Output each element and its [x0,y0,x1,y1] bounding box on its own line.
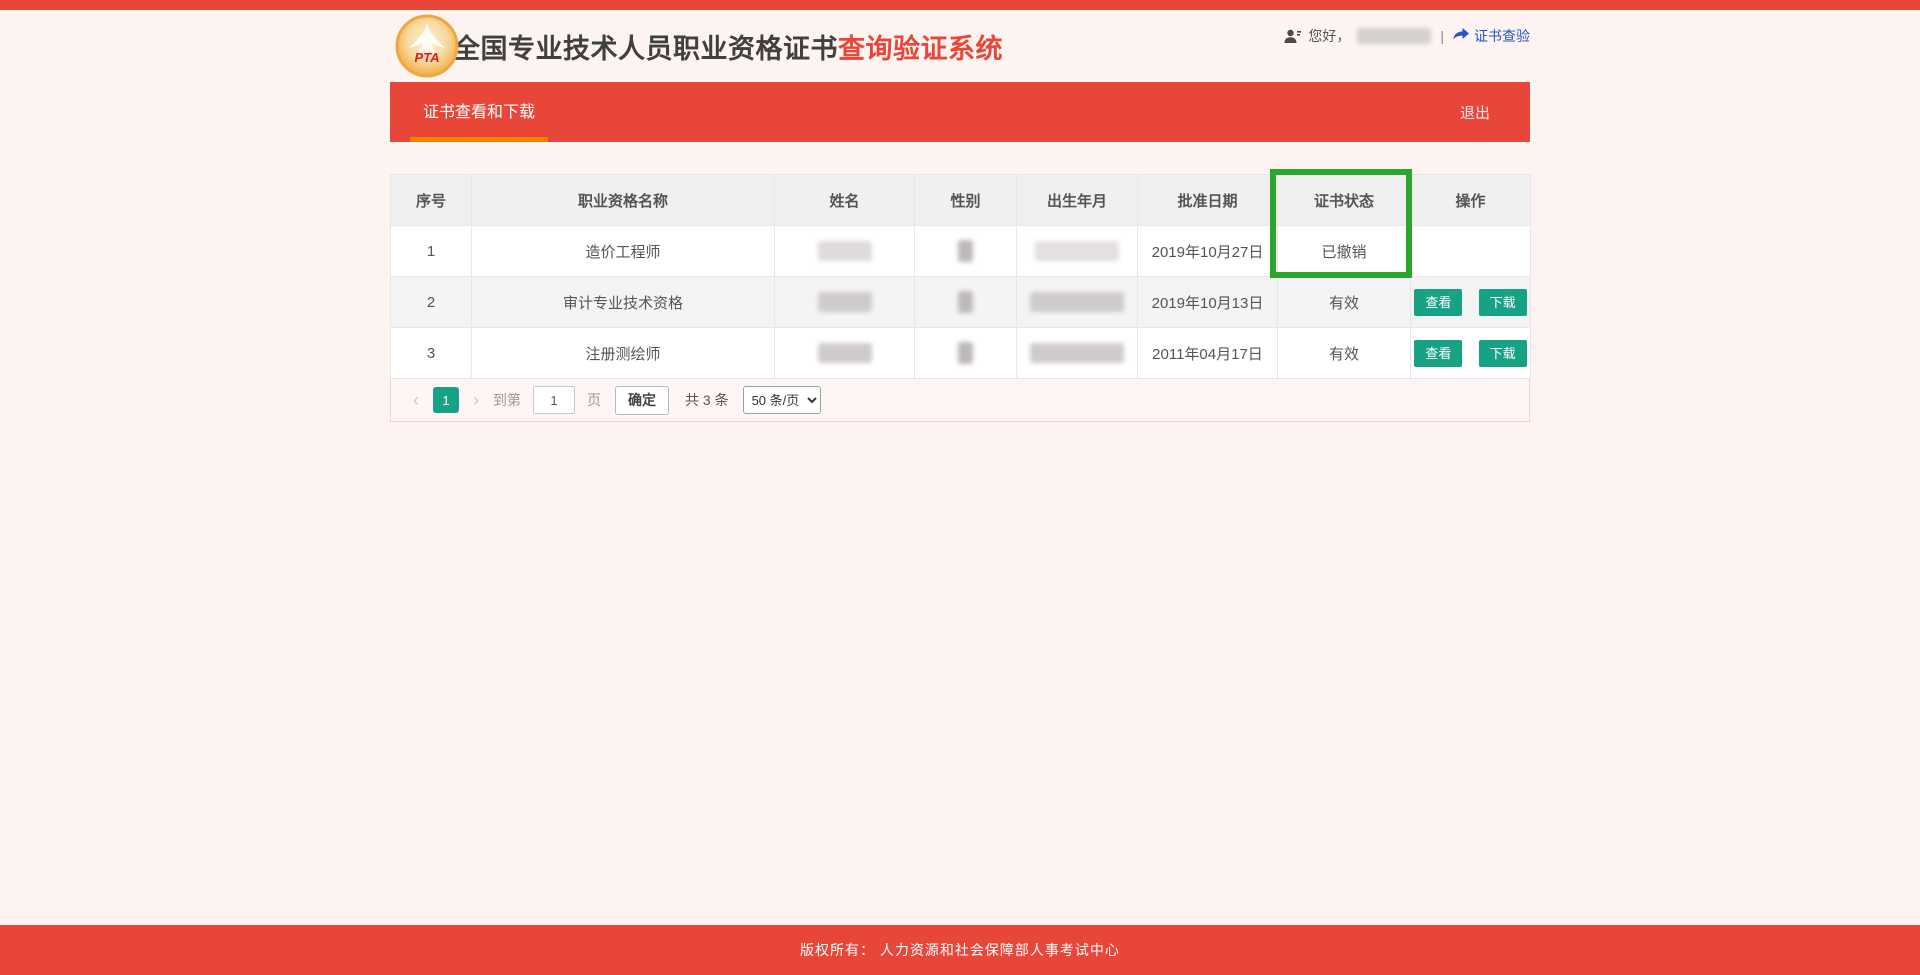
cell-seq: 2 [391,277,472,328]
cell-birth [1017,277,1138,328]
table-row: 2 审计专业技术资格 2019年10月13日 有效 查看 下载 [391,277,1531,328]
current-page-button[interactable]: 1 [433,387,459,413]
cell-seq: 1 [391,226,472,277]
total-count-label: 共 3 条 [685,390,729,410]
cell-birth [1017,226,1138,277]
col-seq: 序号 [391,175,472,226]
cell-status: 有效 [1278,277,1411,328]
cell-name [775,328,915,379]
cell-actions [1411,226,1531,277]
cell-gender [915,226,1017,277]
col-actions: 操作 [1411,175,1531,226]
redacted-birth [1030,292,1124,312]
next-page-icon[interactable]: › [465,390,487,411]
main-nav: 证书查看和下载 退出 [390,82,1530,142]
redacted-gender [958,291,973,313]
certificate-table-card: 序号 职业资格名称 姓名 性别 出生年月 批准日期 证书状态 操作 1 造价工程… [390,174,1530,422]
page-header: PTA 全国专业技术人员职业资格证书查询验证系统 您好， | 证书查验 [0,10,1920,82]
view-button[interactable]: 查看 [1414,340,1462,367]
certificate-verify-link[interactable]: 证书查验 [1453,26,1530,46]
share-arrow-icon [1453,28,1469,45]
cell-approval-date: 2011年04月17日 [1138,328,1278,379]
page-title: 全国专业技术人员职业资格证书查询验证系统 [453,27,1003,66]
top-accent-bar [0,0,1920,10]
copyright-text: 版权所有： 人力资源和社会保障部人事考试中心 [800,940,1120,960]
cell-status: 有效 [1278,328,1411,379]
col-approval-date: 批准日期 [1138,175,1278,226]
page-size-select[interactable]: 50 条/页 [743,386,821,414]
cell-gender [915,328,1017,379]
col-status: 证书状态 [1278,175,1411,226]
prev-page-icon[interactable]: ‹ [405,390,427,411]
user-icon [1284,29,1301,44]
col-qualification: 职业资格名称 [472,175,775,226]
cell-name [775,226,915,277]
page-title-main: 全国专业技术人员职业资格证书 [453,34,838,64]
logout-button[interactable]: 退出 [1460,82,1530,142]
col-birth: 出生年月 [1017,175,1138,226]
download-button[interactable]: 下载 [1479,289,1527,316]
table-row: 1 造价工程师 2019年10月27日 已撤销 [391,226,1531,277]
tab-label: 证书查看和下载 [423,98,535,122]
logout-label: 退出 [1460,102,1490,123]
cell-name [775,277,915,328]
cell-qualification: 审计专业技术资格 [472,277,775,328]
redacted-name [818,292,872,312]
goto-prefix-label: 到第 [493,390,521,410]
table-row: 3 注册测绘师 2011年04月17日 有效 查看 下载 [391,328,1531,379]
view-button[interactable]: 查看 [1414,289,1462,316]
cell-qualification: 注册测绘师 [472,328,775,379]
pta-logo: PTA [395,14,459,78]
redacted-gender [958,342,973,364]
col-gender: 性别 [915,175,1017,226]
svg-text:PTA: PTA [414,50,439,65]
certificate-table: 序号 职业资格名称 姓名 性别 出生年月 批准日期 证书状态 操作 1 造价工程… [390,174,1531,379]
cell-approval-date: 2019年10月13日 [1138,277,1278,328]
nav-spacer [548,82,1460,142]
cell-actions: 查看 下载 [1411,328,1531,379]
redacted-username [1357,28,1431,44]
verify-link-label: 证书查验 [1474,26,1530,46]
table-header-row: 序号 职业资格名称 姓名 性别 出生年月 批准日期 证书状态 操作 [391,175,1531,226]
tab-certificate-view-download[interactable]: 证书查看和下载 [410,82,548,142]
cell-gender [915,277,1017,328]
redacted-birth [1030,343,1124,363]
redacted-gender [958,240,973,262]
download-button[interactable]: 下载 [1479,340,1527,367]
page-title-sub: 查询验证系统 [838,34,1003,64]
page-number-input[interactable] [533,386,575,414]
user-area: 您好， | 证书查验 [1284,26,1530,46]
cell-seq: 3 [391,328,472,379]
brand: PTA 全国专业技术人员职业资格证书查询验证系统 [395,14,1003,78]
col-name: 姓名 [775,175,915,226]
cell-approval-date: 2019年10月27日 [1138,226,1278,277]
redacted-birth [1035,241,1119,261]
pagination-bar: ‹ 1 › 到第 页 确定 共 3 条 50 条/页 [390,379,1530,422]
redacted-name [818,343,872,363]
cell-actions: 查看 下载 [1411,277,1531,328]
goto-suffix-label: 页 [587,390,601,410]
page-footer: 版权所有： 人力资源和社会保障部人事考试中心 [0,925,1920,975]
divider: | [1440,28,1444,44]
cell-birth [1017,328,1138,379]
greeting-text: 您好， [1308,26,1350,46]
redacted-name [818,241,872,261]
cell-status: 已撤销 [1278,226,1411,277]
cell-qualification: 造价工程师 [472,226,775,277]
confirm-page-button[interactable]: 确定 [615,386,669,415]
